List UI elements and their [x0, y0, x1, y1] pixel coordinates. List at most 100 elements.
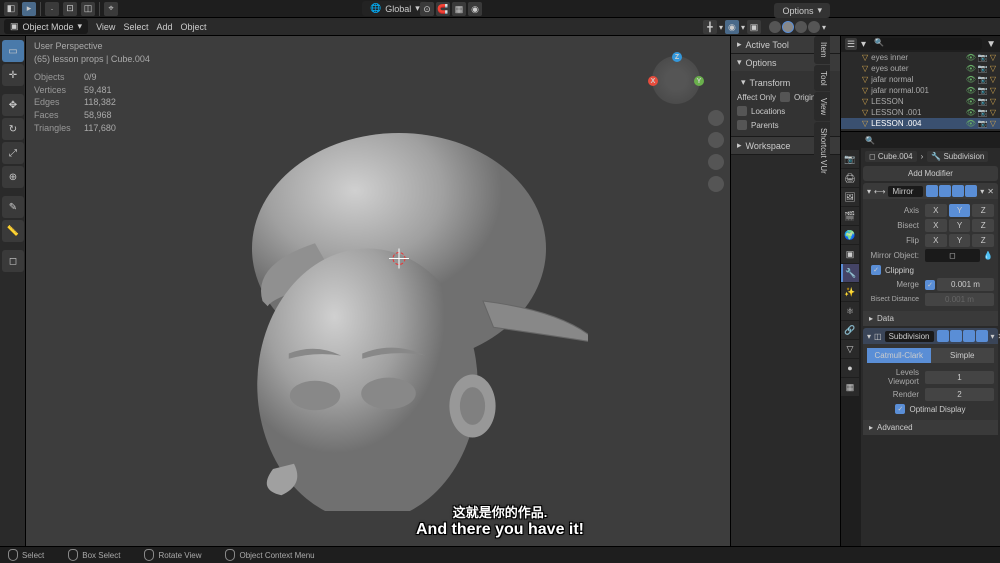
select-mode-1[interactable]: · — [45, 2, 59, 16]
outliner-view-icon[interactable]: ▾ — [861, 39, 866, 50]
subd-menu-icon[interactable]: ▾ — [991, 332, 995, 341]
mod-display-render[interactable] — [965, 185, 977, 197]
shading-material[interactable] — [795, 21, 807, 33]
tab-constraints[interactable]: 🔗 — [841, 321, 859, 339]
tab-output[interactable]: 🖨 — [841, 169, 859, 187]
flip-x[interactable]: X — [925, 234, 947, 247]
camera-view-icon[interactable] — [708, 154, 724, 170]
outliner-item[interactable]: ▽ eyes inner👁 📷 ▽ — [841, 52, 1000, 63]
collapse-icon[interactable]: ▾ — [867, 187, 871, 196]
bisect-dist-value[interactable]: 0.001 m — [925, 293, 994, 306]
axis-z-icon[interactable]: Z — [672, 52, 682, 62]
subd-display-render[interactable] — [976, 330, 988, 342]
editor-type-icon[interactable]: ◧ — [4, 2, 18, 16]
select-box-tool[interactable]: ▭ — [2, 40, 24, 62]
mode-selector[interactable]: ▣ Object Mode ▾ — [4, 19, 88, 34]
origins-check[interactable] — [780, 92, 790, 102]
flip-y[interactable]: Y — [949, 234, 971, 247]
outliner-item[interactable]: ▽ eyes outer👁 📷 ▽ — [841, 63, 1000, 74]
parents-check[interactable] — [737, 120, 747, 130]
merge-check[interactable]: ✓ — [925, 280, 935, 290]
breadcrumb-object[interactable]: ◻ Cube.004 — [865, 151, 917, 162]
snap-toggle[interactable]: 🧲 — [436, 2, 450, 16]
outliner-type-icon[interactable]: ☰ — [845, 38, 857, 50]
proportional-edit[interactable]: ◉ — [468, 2, 482, 16]
outliner-filter-icon[interactable]: ▼ — [986, 39, 996, 50]
navigation-gizmo[interactable]: X Y Z — [652, 56, 702, 106]
outliner-item[interactable]: ▽ LESSON .004👁 📷 ▽ — [841, 118, 1000, 129]
tab-particles[interactable]: ✨ — [841, 283, 859, 301]
bisect-y[interactable]: Y — [949, 219, 971, 232]
viewport-levels[interactable]: 1 — [925, 371, 994, 384]
tab-item[interactable]: Item — [814, 36, 830, 64]
pivot-icon[interactable]: ⊙ — [420, 2, 434, 16]
tab-texture[interactable]: ▦ — [841, 378, 859, 396]
mod-display-edit[interactable] — [939, 185, 951, 197]
select-mode-3[interactable]: ◫ — [81, 2, 95, 16]
data-section-header[interactable]: ▸ Data — [863, 311, 998, 326]
scale-tool[interactable]: ⤢ — [2, 142, 24, 164]
advanced-section-header[interactable]: ▸ Advanced — [863, 420, 998, 435]
gizmo-toggle[interactable]: ╋ — [703, 20, 717, 34]
transform-tool[interactable]: ⊕ — [2, 166, 24, 188]
add-cube-tool[interactable]: ◻ — [2, 250, 24, 272]
menu-select[interactable]: Select — [123, 22, 148, 32]
tab-modifiers[interactable]: 🔧 — [841, 264, 859, 282]
breadcrumb-modifier[interactable]: 🔧 Subdivision — [927, 151, 988, 162]
snap-icon[interactable]: ⌖ — [104, 2, 118, 16]
menu-view[interactable]: View — [96, 22, 115, 32]
tab-scene[interactable]: 🎬 — [841, 207, 859, 225]
axis-x-icon[interactable]: X — [648, 76, 658, 86]
outliner-item[interactable]: ▽ LESSON👁 📷 ▽ — [841, 96, 1000, 107]
mod-display-cage[interactable] — [926, 185, 938, 197]
axis-y-icon[interactable]: Y — [694, 76, 704, 86]
search-icon[interactable]: 🔍 — [865, 136, 875, 145]
outliner-item[interactable]: ▽ jafar normal👁 📷 ▽ — [841, 74, 1000, 85]
simple-btn[interactable]: Simple — [931, 348, 995, 363]
flip-z[interactable]: Z — [972, 234, 994, 247]
shading-solid[interactable] — [782, 21, 794, 33]
optimal-display-check[interactable]: ✓ — [895, 404, 905, 414]
locations-check[interactable] — [737, 106, 747, 116]
shading-rendered[interactable] — [808, 21, 820, 33]
axis-y-btn[interactable]: Y — [949, 204, 971, 217]
tab-object[interactable]: ▣ — [841, 245, 859, 263]
menu-object[interactable]: Object — [180, 22, 206, 32]
annotate-tool[interactable]: ✎ — [2, 196, 24, 218]
subd-display-edit[interactable] — [950, 330, 962, 342]
menu-add[interactable]: Add — [156, 22, 172, 32]
tab-mesh[interactable]: ▽ — [841, 340, 859, 358]
tab-render[interactable]: 📷 — [841, 150, 859, 168]
render-levels[interactable]: 2 — [925, 388, 994, 401]
xray-toggle[interactable]: ▣ — [747, 20, 761, 34]
clipping-check[interactable]: ✓ — [871, 265, 881, 275]
subd-display-cage[interactable] — [937, 330, 949, 342]
options-dropdown[interactable]: Options ▾ — [774, 3, 830, 18]
measure-tool[interactable]: 📏 — [2, 220, 24, 242]
subdiv-name-field[interactable]: Subdivision — [885, 331, 934, 342]
move-tool[interactable]: ✥ — [2, 94, 24, 116]
pan-icon[interactable] — [708, 132, 724, 148]
cursor-tool[interactable]: ✛ — [2, 64, 24, 86]
mirror-name-field[interactable]: Mirror — [888, 186, 923, 197]
catmull-clark-btn[interactable]: Catmull-Clark — [867, 348, 931, 363]
outliner-search[interactable]: 🔍 — [870, 38, 982, 50]
perspective-toggle-icon[interactable] — [708, 176, 724, 192]
axis-x-btn[interactable]: X — [925, 204, 947, 217]
tab-view[interactable]: View — [814, 92, 830, 121]
mod-menu-icon[interactable]: ▾ — [980, 187, 984, 196]
axis-z-btn[interactable]: Z — [972, 204, 994, 217]
add-modifier-button[interactable]: Add Modifier — [863, 166, 998, 181]
transform-orientation-select[interactable]: 🌐 Global ▾ — [362, 1, 428, 16]
tab-tool[interactable]: Tool — [814, 65, 830, 92]
snap-type[interactable]: ▦ — [452, 2, 466, 16]
mod-close-icon[interactable]: ✕ — [987, 187, 994, 196]
3d-viewport[interactable]: User Perspective (65) lesson props | Cub… — [26, 36, 730, 546]
zoom-icon[interactable] — [708, 110, 724, 126]
shading-wireframe[interactable] — [769, 21, 781, 33]
bisect-x[interactable]: X — [925, 219, 947, 232]
collapse-icon[interactable]: ▾ — [867, 332, 871, 341]
subd-display-viewport[interactable] — [963, 330, 975, 342]
outliner-item[interactable]: ▽ jafar normal.001👁 📷 ▽ — [841, 85, 1000, 96]
mod-display-viewport[interactable] — [952, 185, 964, 197]
